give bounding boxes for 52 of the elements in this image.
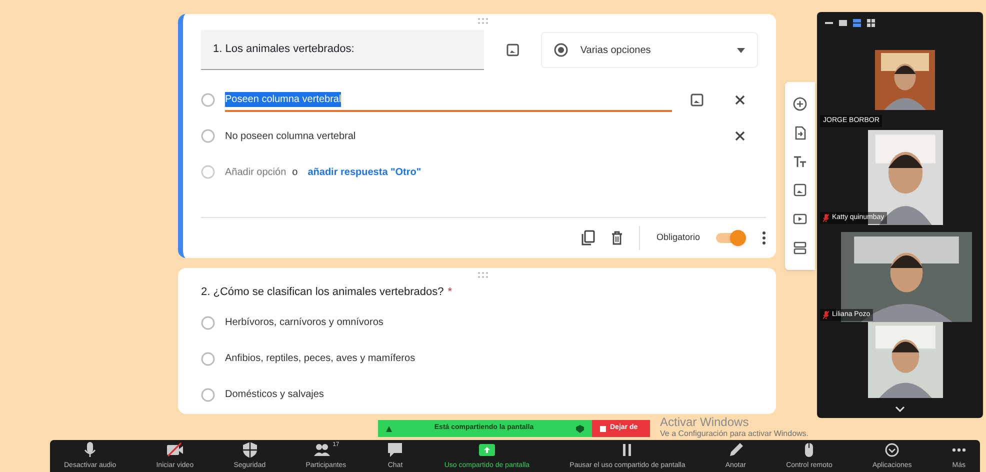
add-option-field[interactable]: Añadir opción	[225, 164, 286, 180]
chat-icon	[386, 440, 404, 459]
more-icon[interactable]	[762, 231, 766, 245]
add-icon[interactable]	[793, 97, 807, 112]
dropdown-label: Varias opciones	[580, 44, 652, 58]
add-other-link[interactable]: añadir respuesta "Otro"	[308, 164, 422, 180]
signal-icon	[386, 426, 392, 432]
drag-handle-icon[interactable]	[477, 272, 489, 278]
option-text: Herbívoros, carnívoros y omnívoros	[225, 316, 384, 330]
radio-button[interactable]	[201, 93, 215, 107]
image-icon[interactable]	[793, 183, 807, 198]
radio-icon	[554, 43, 568, 57]
option-text: Domésticos y salvajes	[225, 388, 324, 402]
copy-icon[interactable]	[581, 230, 596, 246]
stop-icon	[600, 426, 606, 432]
caret-icon	[737, 48, 745, 52]
option-text: Anfibios, reptiles, peces, aves y mamíferos	[225, 352, 416, 366]
question-title: 2. ¿Cómo se clasifican los animales vertebrados?	[201, 285, 444, 300]
video-icon[interactable]	[793, 212, 807, 226]
question-title-field[interactable]: 1. Los animales vertebrados:	[201, 30, 484, 70]
required-mark: *	[448, 285, 452, 300]
circle-outline-icon	[201, 165, 215, 179]
radio-button[interactable]	[201, 316, 215, 330]
activation-title: Activar Windows	[660, 416, 750, 428]
image-icon[interactable]	[506, 43, 520, 57]
required-toggle[interactable]	[716, 230, 746, 246]
gallery-view-icon[interactable]	[867, 19, 875, 27]
section-icon[interactable]	[793, 240, 807, 255]
import-icon[interactable]	[793, 126, 807, 140]
option-text: Poseen columna vertebral	[225, 92, 342, 106]
question-type-dropdown[interactable]: Varias opciones	[541, 32, 758, 68]
thumbnail-view-icon[interactable]	[839, 20, 847, 26]
drag-handle-icon[interactable]	[477, 18, 489, 24]
radio-button[interactable]	[201, 388, 215, 402]
option-text: No poseen columna vertebral	[225, 130, 356, 144]
required-label: Obligatorio	[656, 231, 700, 244]
option-field[interactable]: Poseen columna vertebral	[225, 88, 672, 112]
activation-text: Ve a Configuración para activar Windows.	[660, 430, 809, 438]
radio-button[interactable]	[201, 129, 215, 143]
shield-icon	[576, 424, 584, 432]
trash-icon[interactable]	[611, 231, 624, 245]
close-icon[interactable]	[734, 130, 746, 142]
speaker-view-icon[interactable]	[853, 19, 861, 27]
title-text-icon[interactable]	[793, 154, 807, 169]
close-icon[interactable]	[734, 94, 746, 106]
video-off-icon	[166, 440, 184, 459]
image-icon[interactable]	[690, 93, 704, 107]
radio-button[interactable]	[201, 352, 215, 366]
chevron-down-icon[interactable]	[895, 406, 905, 412]
apps-icon	[883, 440, 902, 459]
or-text: o	[292, 166, 298, 180]
more-icon	[952, 448, 966, 452]
